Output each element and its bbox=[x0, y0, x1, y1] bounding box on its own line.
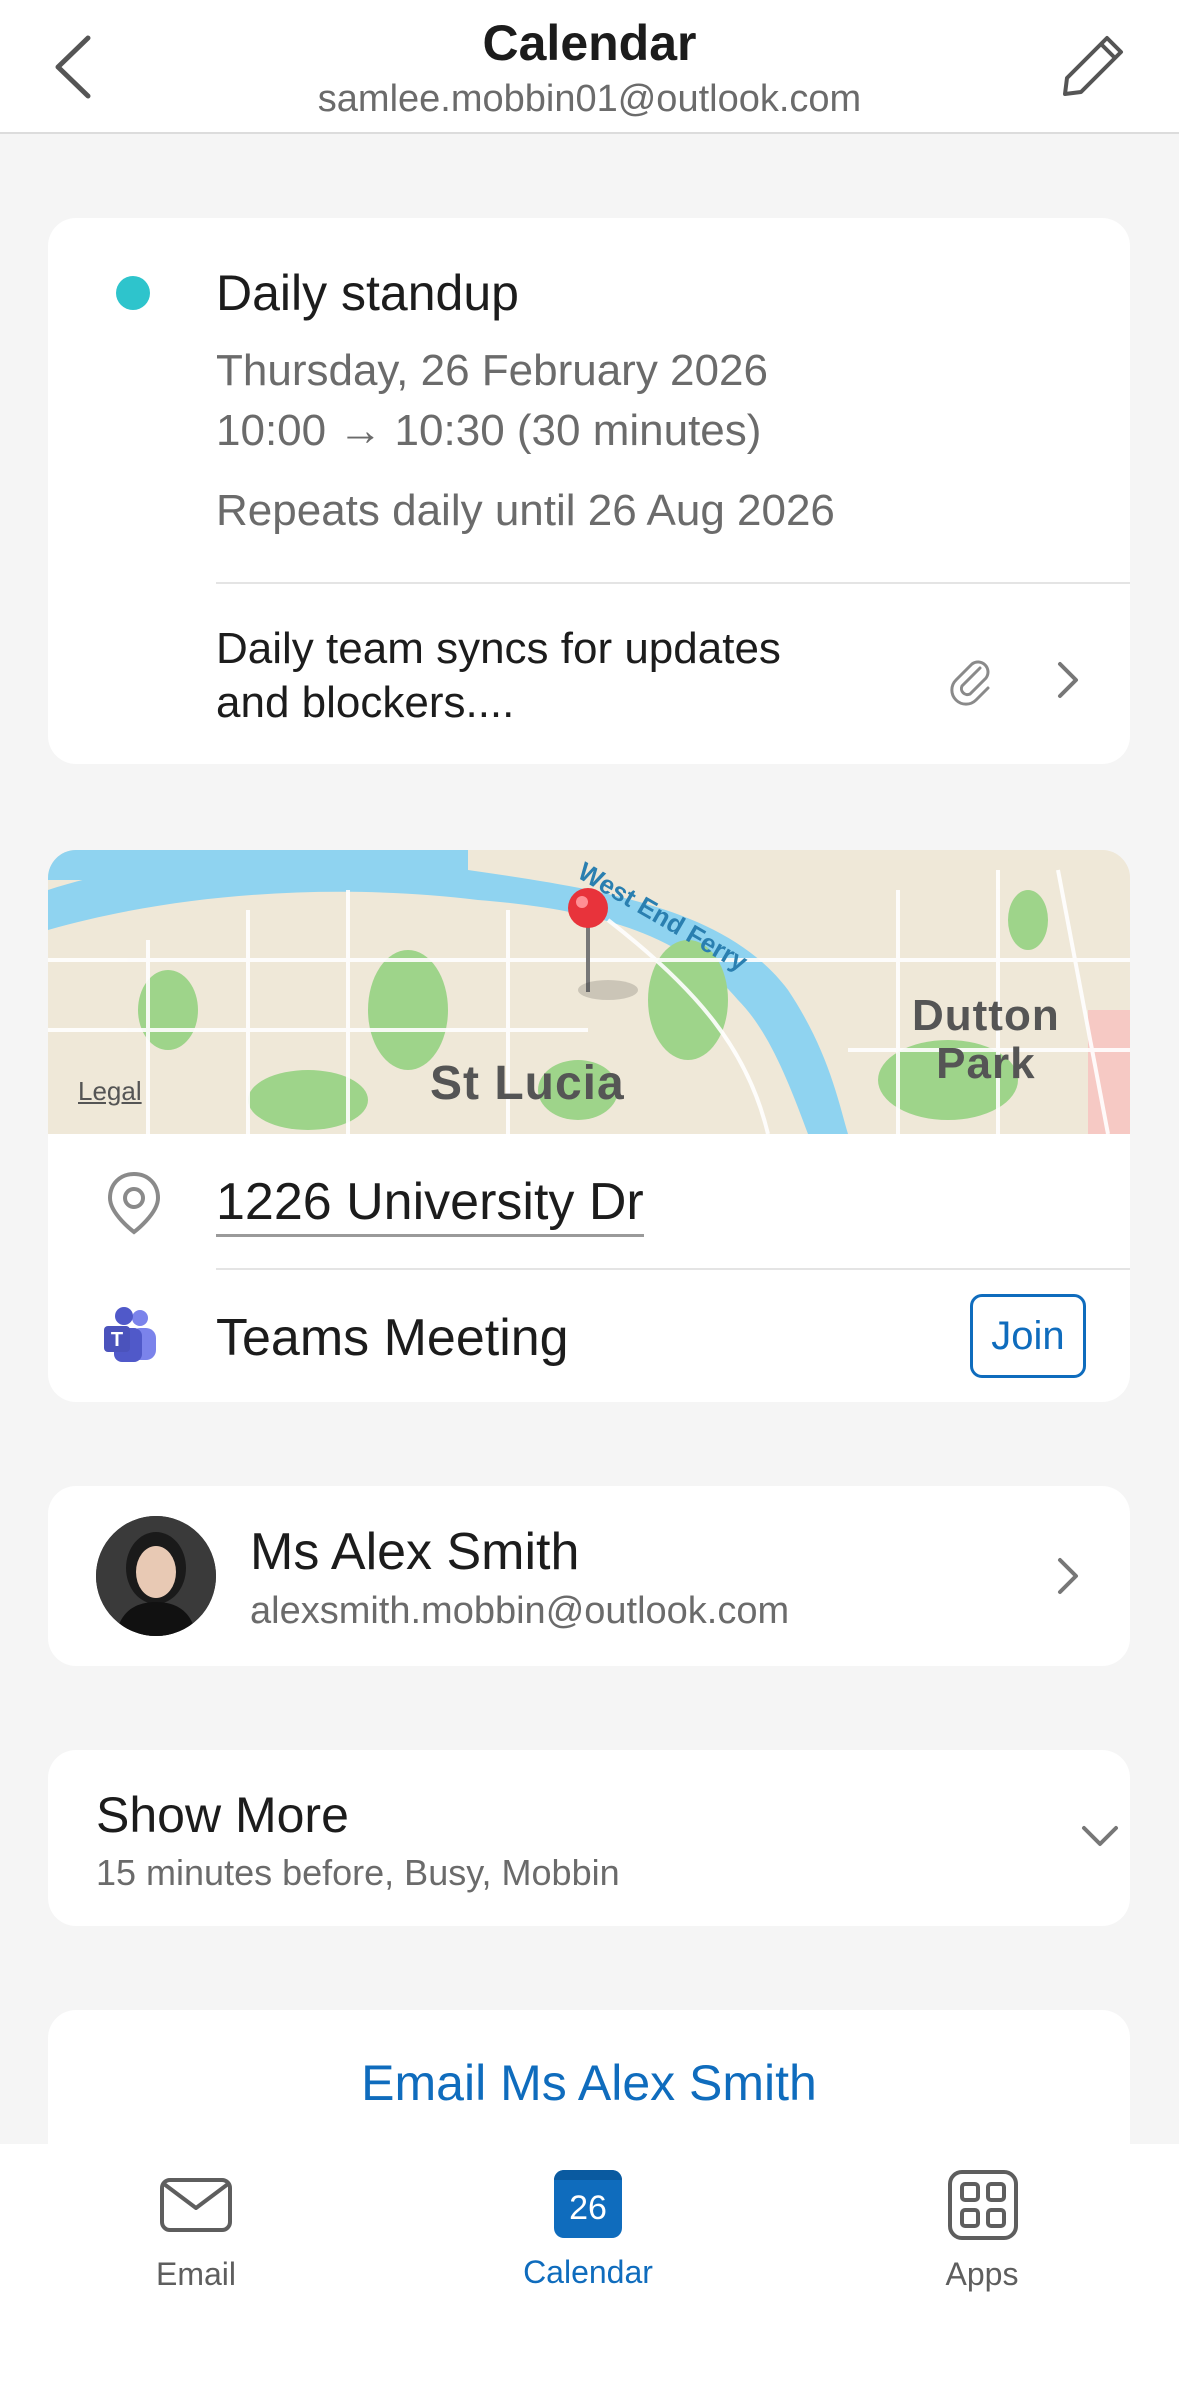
email-attendee-button[interactable]: Email Ms Alex Smith bbox=[48, 2054, 1130, 2112]
map-label-area2-line2: Park bbox=[936, 1039, 1036, 1088]
tab-calendar-label: Calendar bbox=[523, 2254, 653, 2290]
join-button[interactable]: Join bbox=[970, 1294, 1086, 1378]
divider bbox=[216, 582, 1130, 584]
avatar bbox=[96, 1516, 216, 1636]
event-recurrence: Repeats daily until 26 Aug 2026 bbox=[216, 486, 835, 535]
chevron-right-icon bbox=[1058, 1558, 1078, 1594]
event-notes[interactable]: Daily team syncs for updates and blocker… bbox=[216, 622, 856, 730]
chevron-down-icon bbox=[1082, 1826, 1118, 1846]
envelope-icon bbox=[160, 2178, 232, 2232]
attendee-card[interactable]: Ms Alex Smith alexsmith.mobbin@outlook.c… bbox=[48, 1486, 1130, 1666]
account-email: samlee.mobbin01@outlook.com bbox=[317, 78, 862, 120]
show-more-card[interactable]: Show More 15 minutes before, Busy, Mobbi… bbox=[48, 1750, 1130, 1926]
top-nav-bar: Calendar samlee.mobbin01@outlook.com bbox=[0, 0, 1179, 134]
location-pin-icon bbox=[107, 1171, 161, 1235]
teams-icon: T bbox=[104, 1307, 156, 1362]
location-map[interactable]: West End Ferry St Lucia Dutton Park Lega… bbox=[48, 850, 1130, 1135]
bottom-tab-bar: Email 26 Calendar Apps bbox=[0, 2144, 1179, 2396]
page-title: Calendar bbox=[482, 15, 697, 71]
tab-apps-label: Apps bbox=[945, 2256, 1019, 2292]
calendar-icon: 26 bbox=[554, 2170, 622, 2238]
tab-apps[interactable]: Apps bbox=[862, 2170, 1102, 2330]
teams-meeting-label: Teams Meeting bbox=[216, 1309, 569, 1367]
chevron-right-icon[interactable] bbox=[1048, 658, 1088, 702]
attendee-name: Ms Alex Smith bbox=[250, 1523, 580, 1581]
location-address[interactable]: 1226 University Dr bbox=[216, 1172, 644, 1237]
teams-meeting-row: T Teams Meeting Join bbox=[48, 1270, 1130, 1402]
event-date: Thursday, 26 February 2026 bbox=[216, 346, 768, 395]
map-label-area2-line1: Dutton bbox=[912, 991, 1060, 1040]
tab-email-label: Email bbox=[155, 2256, 236, 2292]
event-time: 10:00 → 10:30 (30 minutes) bbox=[216, 406, 762, 455]
tab-email[interactable]: Email bbox=[76, 2170, 316, 2330]
pencil-icon[interactable] bbox=[1059, 30, 1129, 100]
attendee-email: alexsmith.mobbin@outlook.com bbox=[250, 1590, 790, 1632]
paperclip-icon bbox=[950, 660, 990, 706]
event-color-dot bbox=[116, 276, 150, 310]
location-row[interactable]: 1226 University Dr bbox=[48, 1134, 1130, 1268]
event-title: Daily standup bbox=[216, 265, 519, 321]
map-legal-link[interactable]: Legal bbox=[78, 1076, 142, 1107]
location-card: West End Ferry St Lucia Dutton Park Lega… bbox=[48, 850, 1130, 1402]
map-label-area: St Lucia bbox=[430, 1057, 625, 1110]
tab-calendar[interactable]: 26 Calendar bbox=[468, 2170, 708, 2330]
svg-text:T: T bbox=[111, 1329, 123, 1351]
apps-grid-icon bbox=[948, 2170, 1018, 2240]
show-more-summary: 15 minutes before, Busy, Mobbin bbox=[96, 1852, 620, 1893]
avatar-photo bbox=[96, 1516, 216, 1636]
map-label-area2: Dutton Park bbox=[912, 992, 1060, 1088]
event-details-card: Daily standup Thursday, 26 February 2026… bbox=[48, 218, 1130, 764]
show-more-title: Show More bbox=[96, 1787, 349, 1843]
